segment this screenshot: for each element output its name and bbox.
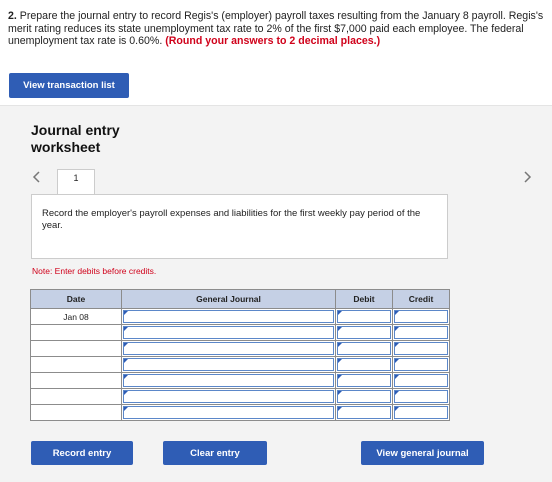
view-general-journal-button[interactable]: View general journal (361, 441, 484, 465)
credit-input[interactable] (394, 342, 448, 355)
account-cell (121, 308, 336, 325)
account-input[interactable] (123, 390, 334, 403)
instruction-text: Record the employer's payroll expenses a… (42, 208, 421, 231)
account-input[interactable] (123, 406, 334, 419)
credit-input[interactable] (394, 390, 448, 403)
table-row: Jan 08 (30, 308, 450, 325)
table-row (30, 340, 450, 357)
date-cell (30, 356, 122, 373)
debit-cell (335, 308, 393, 325)
table-row (30, 404, 450, 421)
table-row (30, 356, 450, 373)
credit-input[interactable] (394, 326, 448, 339)
debit-cell (335, 372, 393, 389)
header-credit: Credit (392, 289, 450, 309)
account-input[interactable] (123, 374, 334, 387)
credit-cell (392, 356, 450, 373)
question-text: 2. Prepare the journal entry to record R… (8, 10, 548, 48)
table-header-row: Date General Journal Debit Credit (30, 289, 450, 309)
credit-cell (392, 308, 450, 325)
date-cell (30, 372, 122, 389)
debit-input[interactable] (337, 342, 391, 355)
view-transaction-list-button[interactable]: View transaction list (9, 73, 129, 98)
journal-worksheet-panel: Journal entry worksheet 1 Record the emp… (0, 105, 552, 482)
instruction-box: Record the employer's payroll expenses a… (31, 194, 448, 259)
tab-1[interactable]: 1 (57, 169, 95, 194)
worksheet-title: Journal entry worksheet (31, 122, 120, 155)
debit-cell (335, 388, 393, 405)
chevron-right-icon[interactable] (521, 170, 535, 184)
header-date: Date (30, 289, 122, 309)
header-general-journal: General Journal (121, 289, 336, 309)
date-cell (30, 404, 122, 421)
debit-input[interactable] (337, 390, 391, 403)
credit-cell (392, 340, 450, 357)
header-debit: Debit (335, 289, 393, 309)
credit-cell (392, 388, 450, 405)
date-cell: Jan 08 (30, 308, 122, 325)
debit-cell (335, 356, 393, 373)
credit-input[interactable] (394, 374, 448, 387)
credit-input[interactable] (394, 358, 448, 371)
debit-cell (335, 324, 393, 341)
date-cell (30, 324, 122, 341)
record-entry-button[interactable]: Record entry (31, 441, 133, 465)
debit-input[interactable] (337, 358, 391, 371)
table-row (30, 388, 450, 405)
credit-input[interactable] (394, 310, 448, 323)
account-cell (121, 324, 336, 341)
table-row (30, 372, 450, 389)
debit-input[interactable] (337, 374, 391, 387)
account-cell (121, 340, 336, 357)
debit-input[interactable] (337, 310, 391, 323)
credit-cell (392, 404, 450, 421)
account-cell (121, 388, 336, 405)
credit-cell (392, 372, 450, 389)
credit-input[interactable] (394, 406, 448, 419)
debit-input[interactable] (337, 326, 391, 339)
account-input[interactable] (123, 358, 334, 371)
chevron-left-icon[interactable] (29, 170, 43, 184)
table-row (30, 324, 450, 341)
question-number: 2. (8, 10, 17, 22)
rounding-hint: (Round your answers to 2 decimal places.… (165, 35, 381, 47)
account-cell (121, 372, 336, 389)
tab-1-label: 1 (73, 173, 79, 183)
date-cell (30, 388, 122, 405)
account-cell (121, 356, 336, 373)
account-input[interactable] (123, 310, 334, 323)
debit-cell (335, 404, 393, 421)
clear-entry-button[interactable]: Clear entry (163, 441, 267, 465)
journal-table: Date General Journal Debit Credit Jan 08 (30, 289, 450, 421)
account-input[interactable] (123, 342, 334, 355)
debits-note: Note: Enter debits before credits. (32, 266, 157, 276)
account-cell (121, 404, 336, 421)
credit-cell (392, 324, 450, 341)
debit-input[interactable] (337, 406, 391, 419)
date-cell (30, 340, 122, 357)
account-input[interactable] (123, 326, 334, 339)
debit-cell (335, 340, 393, 357)
